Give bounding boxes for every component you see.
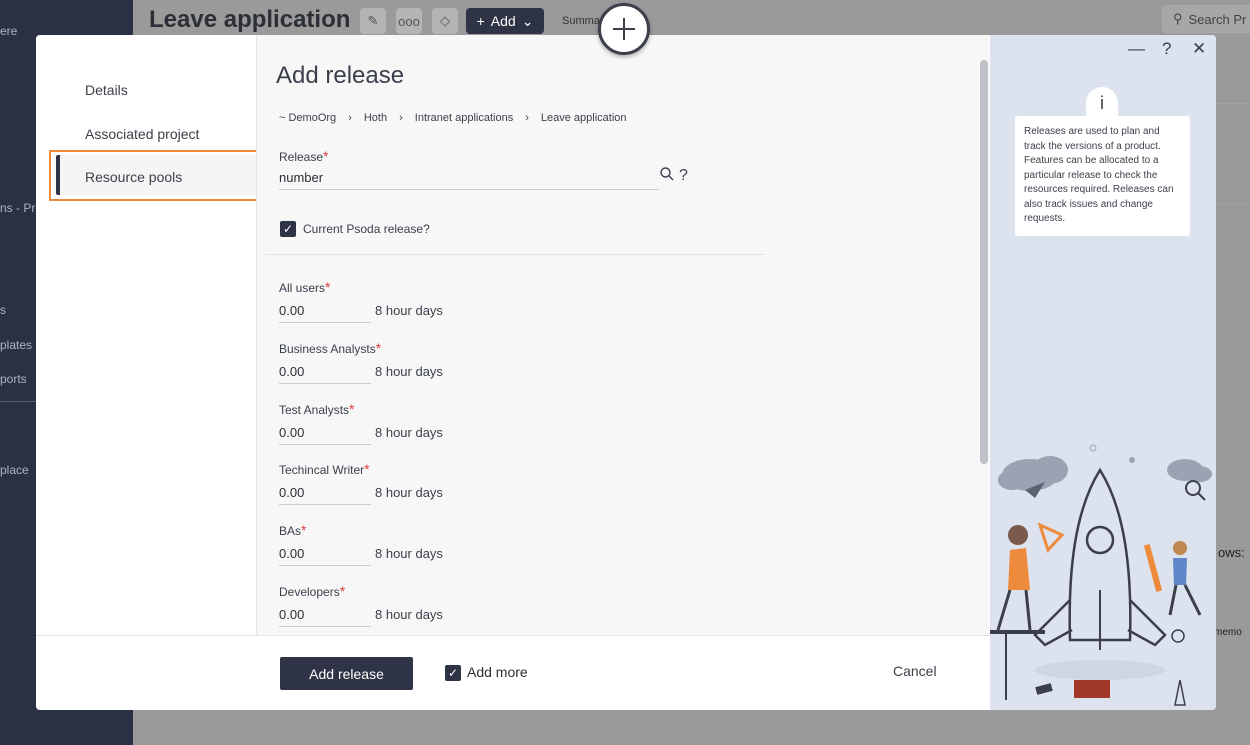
nav-item-resource-pools[interactable]: Resource pools — [85, 169, 182, 185]
sidebar-item-search[interactable]: ere — [0, 24, 17, 38]
add-more-checkbox[interactable]: ✓ — [445, 665, 461, 681]
form-area: Add release ~ DemoOrg › Hoth › Intranet … — [256, 35, 989, 635]
help-icon[interactable]: ? — [1162, 39, 1171, 59]
pool-unit: 8 hour days — [375, 364, 443, 379]
breadcrumb-item-product[interactable]: Leave application — [541, 112, 627, 124]
sidebar-item-templates[interactable]: plates — [0, 338, 32, 352]
chevron-right-icon: › — [399, 112, 403, 124]
search-icon[interactable] — [659, 166, 675, 182]
pool-label: Techincal Writer* — [279, 461, 370, 477]
background-search-input[interactable]: ⚲ Search Pr — [1162, 5, 1250, 33]
breadcrumb-item-project[interactable]: Intranet applications — [415, 112, 513, 124]
pool-label: All users* — [279, 279, 331, 295]
background-add-button[interactable]: + Add ⌄ — [466, 8, 544, 34]
nav-item-associated-project[interactable]: Associated project — [85, 126, 199, 142]
chevron-down-icon: ⌄ — [521, 12, 534, 29]
pool-input-business-analysts[interactable]: 0.00 — [279, 364, 371, 384]
sidebar-divider — [0, 401, 40, 402]
background-memo-label: memo — [1214, 627, 1242, 638]
info-text: Releases are used to plan and track the … — [1015, 116, 1190, 236]
sidebar-item-s[interactable]: s — [0, 303, 6, 317]
pool-input-test-analysts[interactable]: 0.00 — [279, 425, 371, 445]
background-rows-label: ows: — [1218, 545, 1245, 560]
info-panel: — ? ✕ i Releases are used to plan and tr… — [990, 35, 1216, 710]
more-icon[interactable]: ooo — [396, 8, 422, 34]
background-page-title: Leave application — [149, 6, 351, 33]
pool-input-all-users[interactable]: 0.00 — [279, 303, 371, 323]
sidebar-item-reports[interactable]: ports — [0, 372, 27, 386]
chevron-right-icon: › — [525, 112, 529, 124]
sidebar-item-marketplace[interactable]: place — [0, 463, 29, 477]
breadcrumb: ~ DemoOrg › Hoth › Intranet applications… — [279, 112, 627, 124]
pool-unit: 8 hour days — [375, 303, 443, 318]
pool-unit: 8 hour days — [375, 485, 443, 500]
plus-icon: + — [476, 13, 485, 29]
rocket-illustration — [990, 444, 1212, 706]
release-label: Release* — [279, 148, 329, 164]
search-icon: ⚲ — [1173, 11, 1183, 26]
modal-title: Add release — [276, 62, 405, 89]
pool-input-technical-writer[interactable]: 0.00 — [279, 485, 371, 505]
add-release-modal: Details Associated project Resource pool… — [36, 35, 1216, 710]
pool-unit: 8 hour days — [375, 425, 443, 440]
pool-unit: 8 hour days — [375, 546, 443, 561]
section-divider — [265, 254, 765, 255]
release-help-icon[interactable]: ? — [679, 167, 688, 185]
current-release-checkbox[interactable]: ✓ — [280, 221, 296, 237]
pool-input-bas[interactable]: 0.00 — [279, 546, 371, 566]
chevron-right-icon: › — [348, 112, 352, 124]
pool-label: BAs* — [279, 522, 307, 538]
add-circle-button[interactable] — [598, 3, 650, 55]
modal-footer: Add release ✓ Add more Cancel — [36, 635, 990, 710]
pool-input-developers[interactable]: 0.00 — [279, 607, 371, 627]
release-input[interactable]: number — [279, 170, 659, 190]
add-more-label: Add more — [467, 664, 528, 680]
add-release-button[interactable]: Add release — [280, 657, 413, 690]
info-icon: i — [1086, 87, 1118, 119]
pool-label: Test Analysts* — [279, 401, 355, 417]
pool-unit: 8 hour days — [375, 607, 443, 622]
breadcrumb-item-org[interactable]: ~ DemoOrg — [279, 112, 336, 124]
current-release-label: Current Psoda release? — [303, 222, 430, 236]
edit-icon[interactable]: ✎ — [360, 8, 386, 34]
form-scrollbar[interactable] — [980, 60, 988, 464]
breadcrumb-item-program[interactable]: Hoth — [364, 112, 387, 124]
nav-item-details[interactable]: Details — [85, 82, 128, 98]
cancel-button[interactable]: Cancel — [893, 663, 937, 679]
close-icon[interactable]: ✕ — [1192, 39, 1206, 59]
modal-nav: Details Associated project Resource pool… — [36, 35, 261, 635]
minimize-icon[interactable]: — — [1128, 39, 1145, 59]
plus-icon — [613, 18, 635, 40]
tag-icon[interactable]: ◇ — [432, 8, 458, 34]
pool-label: Business Analysts* — [279, 340, 382, 356]
pool-label: Developers* — [279, 583, 346, 599]
